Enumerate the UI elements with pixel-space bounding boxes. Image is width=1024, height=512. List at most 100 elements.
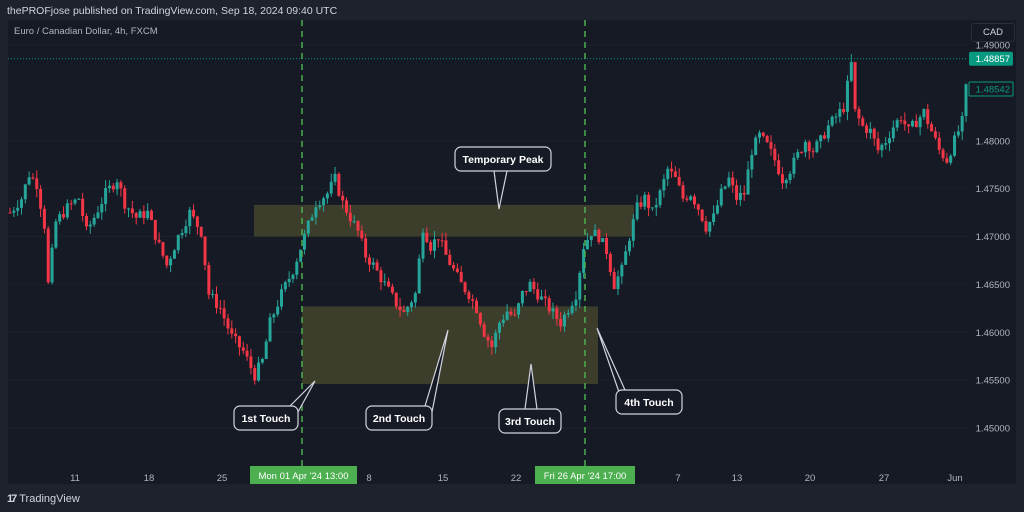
candle bbox=[207, 261, 211, 300]
candle bbox=[677, 168, 681, 187]
candle-body bbox=[65, 203, 69, 218]
candle-body bbox=[230, 328, 234, 334]
candle-body bbox=[241, 347, 245, 351]
candle-body bbox=[876, 138, 880, 151]
candle bbox=[654, 197, 658, 216]
candle bbox=[826, 119, 830, 143]
candle bbox=[662, 174, 666, 198]
candle-body bbox=[769, 142, 773, 149]
candle bbox=[800, 151, 804, 154]
candle bbox=[773, 144, 777, 167]
candle bbox=[119, 180, 123, 197]
candle bbox=[605, 233, 609, 260]
candle bbox=[647, 192, 651, 217]
tradingview-logo[interactable]: 17 TradingView bbox=[7, 493, 80, 505]
candle bbox=[834, 113, 838, 124]
candle bbox=[666, 166, 670, 187]
candle-body bbox=[677, 176, 681, 186]
candle bbox=[746, 161, 750, 195]
candle-body bbox=[907, 124, 911, 127]
candle-body bbox=[861, 118, 865, 126]
candle bbox=[180, 228, 184, 239]
price-chart[interactable]: Temporary Peak 1st Touch 2nd Touch 3rd Touc… bbox=[0, 0, 1024, 512]
tradingview-logo-icon: 17 bbox=[7, 493, 17, 505]
footer bbox=[0, 484, 1024, 512]
time-tick-label: 13 bbox=[732, 473, 743, 484]
candle bbox=[123, 185, 127, 214]
candle-body bbox=[432, 239, 436, 251]
candle bbox=[234, 328, 238, 344]
candle bbox=[387, 277, 391, 288]
candle-body bbox=[631, 219, 635, 241]
candle bbox=[616, 270, 620, 296]
candle-body bbox=[73, 199, 77, 204]
candle-body bbox=[119, 182, 123, 189]
candle-body bbox=[650, 207, 654, 209]
candle-body bbox=[35, 178, 39, 190]
candle bbox=[620, 262, 624, 285]
candle bbox=[536, 282, 540, 304]
candle-body bbox=[207, 265, 211, 295]
candle bbox=[176, 234, 180, 254]
candle bbox=[689, 194, 693, 202]
time-tick-label: 15 bbox=[438, 473, 449, 484]
candle bbox=[19, 196, 23, 215]
candle bbox=[436, 239, 440, 248]
candle-body bbox=[421, 232, 425, 259]
callout-temporary_peak[interactable]: Temporary Peak bbox=[454, 146, 552, 210]
candle-body bbox=[746, 169, 750, 195]
candle bbox=[455, 263, 459, 274]
candle bbox=[532, 277, 536, 294]
candle bbox=[371, 257, 375, 270]
candle-body bbox=[715, 205, 719, 214]
candle bbox=[192, 204, 196, 219]
candle bbox=[161, 241, 165, 259]
candle-body bbox=[941, 149, 945, 159]
candle bbox=[226, 314, 230, 335]
candle-body bbox=[482, 324, 486, 337]
candle bbox=[930, 121, 934, 132]
candle-body bbox=[184, 226, 188, 234]
price-tick-label: 1.46500 bbox=[976, 280, 1010, 291]
candle-body bbox=[800, 152, 804, 154]
callouts: Temporary Peak 1st Touch 2nd Touch 3rd Touc… bbox=[233, 146, 683, 434]
callout-touch_1[interactable]: 1st Touch bbox=[233, 380, 316, 431]
candle bbox=[712, 205, 716, 226]
candle-body bbox=[551, 308, 555, 312]
candle-body bbox=[123, 188, 127, 209]
candle-body bbox=[830, 116, 834, 126]
candle-body bbox=[452, 265, 456, 269]
candle bbox=[658, 188, 662, 209]
candle-body bbox=[570, 305, 574, 314]
candle-body bbox=[39, 189, 43, 209]
candle bbox=[211, 289, 215, 299]
candle-body bbox=[930, 124, 934, 132]
candle bbox=[803, 139, 807, 158]
candle-body bbox=[58, 214, 62, 222]
price-tick-label: 1.45000 bbox=[976, 424, 1010, 435]
candle-body bbox=[448, 254, 452, 266]
currency-selector[interactable]: CAD bbox=[971, 23, 1015, 42]
candle-body bbox=[547, 298, 551, 312]
candle bbox=[84, 213, 88, 231]
candle bbox=[528, 279, 532, 292]
callout-touch_4[interactable]: 4th Touch bbox=[596, 327, 683, 415]
candle-body bbox=[765, 135, 769, 143]
candle-body bbox=[731, 177, 735, 186]
candle bbox=[130, 200, 134, 219]
candle bbox=[780, 167, 784, 190]
candle bbox=[792, 152, 796, 179]
price-tick-label: 1.48000 bbox=[976, 136, 1010, 147]
candle-body bbox=[712, 213, 716, 223]
time-tick-label: 20 bbox=[805, 473, 816, 484]
candle-body bbox=[161, 242, 165, 256]
callout-text: Temporary Peak bbox=[463, 154, 544, 166]
candle-body bbox=[387, 281, 391, 287]
candle bbox=[872, 127, 876, 146]
candle bbox=[842, 102, 846, 115]
time-cursor-label: Mon 01 Apr '24 13:00 bbox=[258, 471, 348, 482]
candle bbox=[670, 161, 674, 178]
candle bbox=[578, 270, 582, 308]
candle bbox=[62, 206, 66, 220]
candle bbox=[253, 364, 257, 385]
